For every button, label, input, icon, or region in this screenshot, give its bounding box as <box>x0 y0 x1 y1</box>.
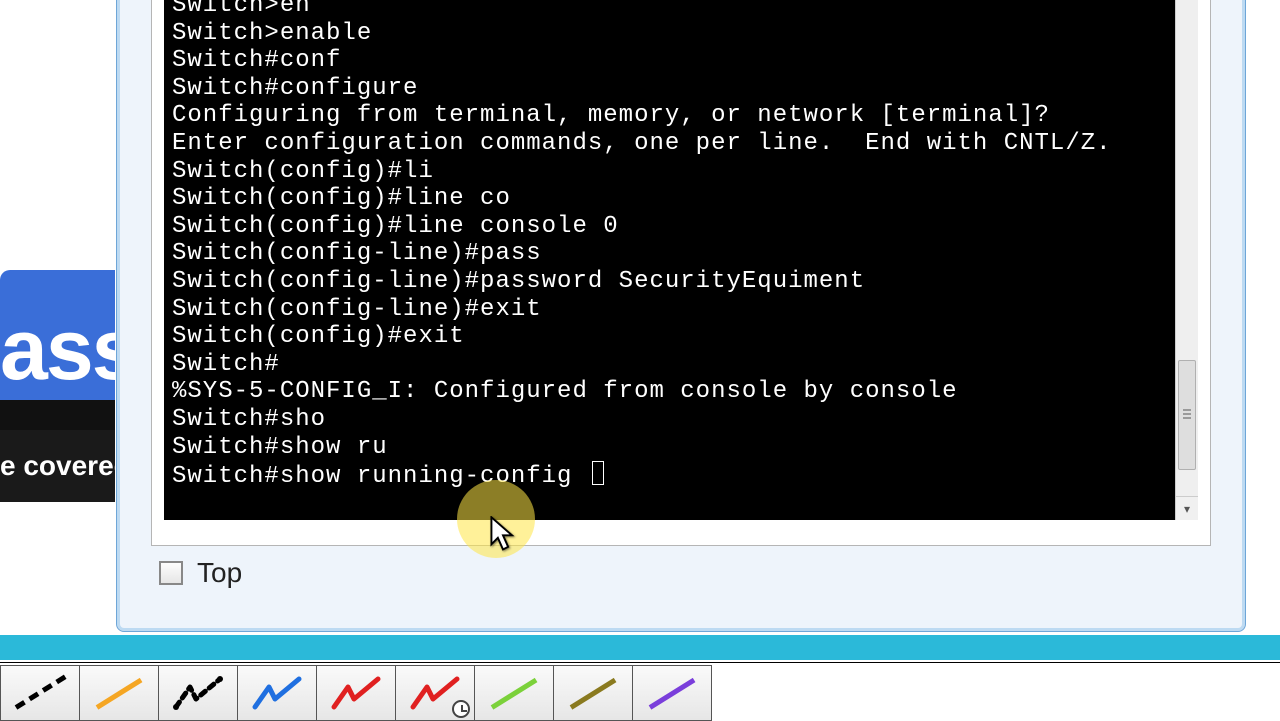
conn-serial-dte-button[interactable] <box>632 665 712 721</box>
terminal-line: Switch(config-line)#password SecurityEqu… <box>172 268 1167 296</box>
terminal-line: Switch#conf <box>172 47 1167 75</box>
terminal-line: Switch(config)#li <box>172 158 1167 186</box>
scrollbar-thumb[interactable] <box>1178 360 1196 470</box>
terminal-line: Enter configuration commands, one per li… <box>172 130 1167 158</box>
conn-coax-icon <box>486 673 542 713</box>
scrollbar-down-button[interactable]: ▾ <box>1176 496 1198 520</box>
cli-window: Switch>enSwitch>enableSwitch#confSwitch#… <box>116 0 1246 632</box>
terminal-line: Switch#configure <box>172 75 1167 103</box>
conn-console-button[interactable] <box>79 665 159 721</box>
conn-auto-button[interactable] <box>0 665 80 721</box>
terminal-scrollbar[interactable]: ▾ <box>1175 0 1198 520</box>
conn-serial-dte-icon <box>644 673 700 713</box>
conn-serial-dce-icon <box>565 673 621 713</box>
scrollbar-track[interactable] <box>1176 0 1198 496</box>
conn-fiber-icon <box>328 673 384 713</box>
bg-dark-word: e covered <box>0 430 115 502</box>
conn-serial-dce-button[interactable] <box>553 665 633 721</box>
terminal-cursor <box>592 461 604 485</box>
top-checkbox-label: Top <box>197 557 242 589</box>
conn-auto-icon <box>12 673 68 713</box>
conn-copper-c-button[interactable] <box>237 665 317 721</box>
conn-copper-s-button[interactable] <box>158 665 238 721</box>
conn-phone-button[interactable] <box>395 665 475 721</box>
clock-badge-icon <box>452 700 470 718</box>
conn-coax-button[interactable] <box>474 665 554 721</box>
terminal-line: Switch#show running-config <box>172 461 1167 491</box>
scrollbar-thumb-grip <box>1183 409 1191 421</box>
terminal-line: Switch>enable <box>172 20 1167 48</box>
conn-fiber-button[interactable] <box>316 665 396 721</box>
terminal-line: Switch(config)#line console 0 <box>172 213 1167 241</box>
connections-toolbar <box>0 662 1280 720</box>
terminal-line: Switch>en <box>172 0 1167 20</box>
bg-teal-bar <box>0 635 1280 660</box>
terminal-line: Switch(config-line)#exit <box>172 296 1167 324</box>
top-checkbox[interactable] <box>159 561 183 585</box>
terminal-line: Switch(config)#line co <box>172 185 1167 213</box>
conn-console-icon <box>91 673 147 713</box>
terminal-line: Switch#show ru <box>172 434 1167 462</box>
terminal-line: Switch#sho <box>172 406 1167 434</box>
conn-copper-s-icon <box>170 673 226 713</box>
terminal-line: Switch(config-line)#pass <box>172 240 1167 268</box>
terminal-line: %SYS-5-CONFIG_I: Configured from console… <box>172 378 1167 406</box>
terminal-line: Switch# <box>172 351 1167 379</box>
terminal-output[interactable]: Switch>enSwitch>enableSwitch#confSwitch#… <box>164 0 1175 520</box>
always-on-top-row: Top <box>159 557 242 589</box>
conn-copper-c-icon <box>249 673 305 713</box>
terminal-viewport[interactable]: Switch>enSwitch>enableSwitch#confSwitch#… <box>164 0 1175 520</box>
terminal-line: Switch(config)#exit <box>172 323 1167 351</box>
terminal-line: Configuring from terminal, memory, or ne… <box>172 102 1167 130</box>
cli-panel: Switch>enSwitch>enableSwitch#confSwitch#… <box>151 0 1211 546</box>
